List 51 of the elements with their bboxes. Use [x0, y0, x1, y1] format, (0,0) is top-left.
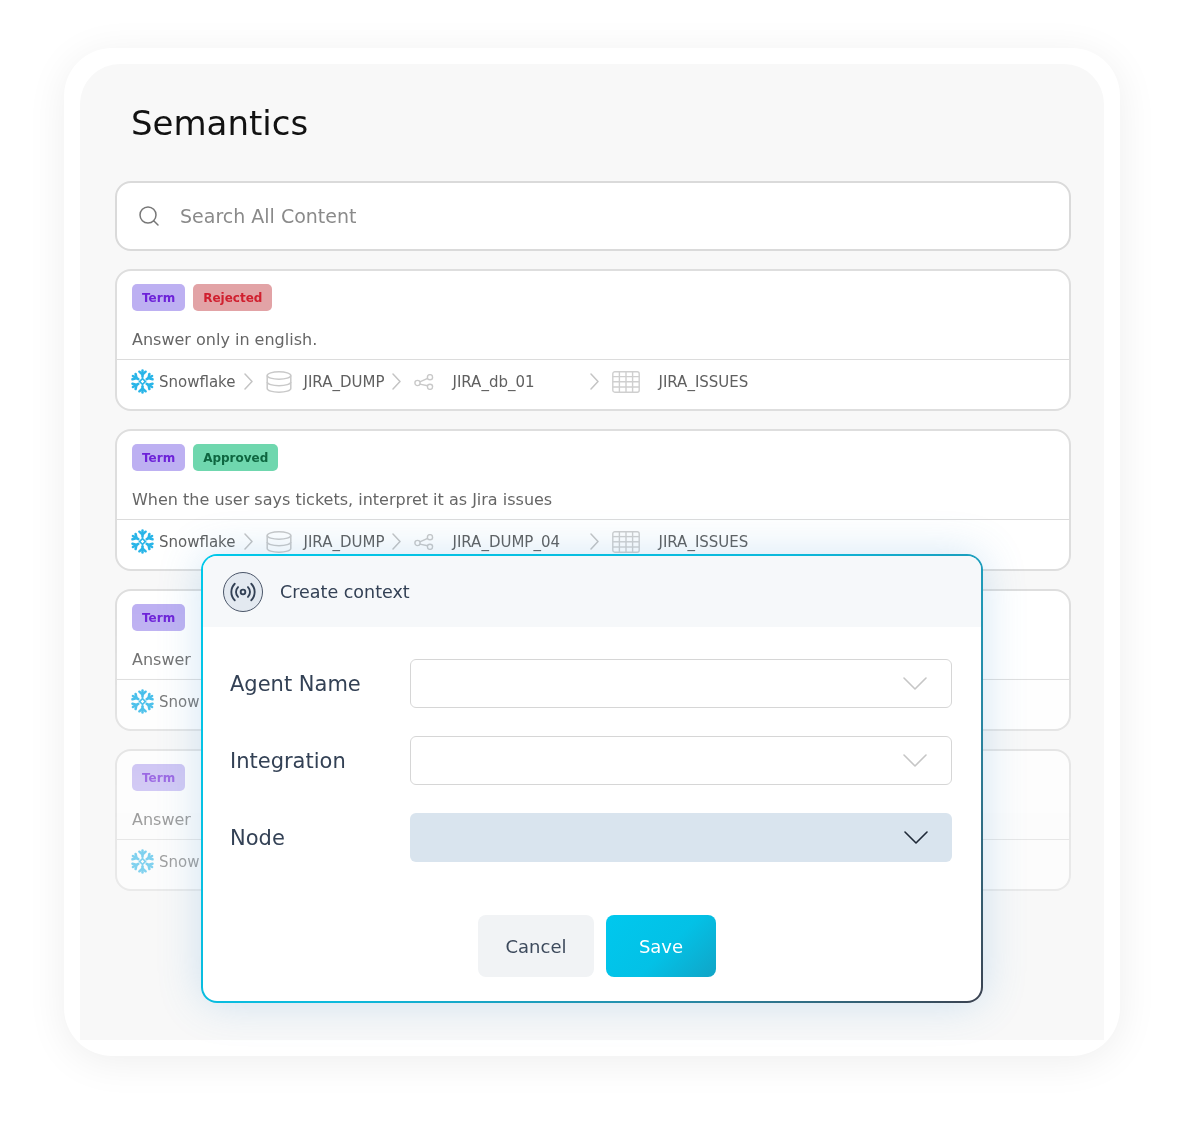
dialog-title: Create context — [280, 581, 410, 602]
rule-text: Answer only in english. — [132, 329, 318, 351]
chevron-down-icon — [903, 754, 927, 767]
breadcrumb-label: JIRA_DUMP — [303, 372, 385, 391]
status-tag: Rejected — [193, 284, 273, 311]
snowflake-icon — [130, 849, 155, 874]
chevron-right-icon — [243, 533, 253, 550]
search-icon — [137, 204, 161, 228]
dropdown-field[interactable] — [410, 736, 952, 785]
field-label: Agent Name — [230, 671, 361, 696]
breadcrumb-label: JIRA_DUMP_04 — [452, 532, 560, 551]
chevron-right-icon — [243, 373, 253, 390]
rule-text: Answer — [132, 809, 191, 831]
category-tag: Term — [132, 604, 186, 631]
breadcrumb-label: JIRA_ISSUES — [658, 372, 749, 391]
share-nodes-icon — [414, 373, 435, 390]
table-icon — [612, 530, 641, 553]
category-tag: Term — [132, 444, 186, 471]
category-tag: Term — [132, 284, 186, 311]
category-tag: Term — [132, 764, 186, 791]
breadcrumb-label: JIRA_db_01 — [452, 372, 535, 391]
breadcrumb-label: JIRA_ISSUES — [658, 532, 749, 551]
snowflake-icon — [130, 529, 155, 554]
chevron-right-icon — [392, 373, 402, 390]
broadcast-icon — [223, 571, 263, 612]
chevron-down-icon — [904, 831, 928, 844]
breadcrumb-label: Snow — [159, 692, 200, 711]
table-icon — [612, 370, 641, 393]
field-label: Integration — [230, 748, 346, 773]
page-title: Semantics — [131, 103, 309, 143]
chevron-right-icon — [392, 533, 402, 550]
search-field[interactable]: Search All Content — [115, 181, 1071, 251]
breadcrumb-label: Snow — [159, 852, 200, 871]
snowflake-icon — [130, 689, 155, 714]
breadcrumb-label: Snowflake — [159, 532, 236, 551]
chevron-right-icon — [590, 533, 600, 550]
breadcrumb-label: Snowflake — [159, 372, 236, 391]
dropdown-field[interactable] — [410, 659, 952, 708]
chevron-right-icon — [590, 373, 600, 390]
database-icon — [265, 530, 292, 553]
chevron-down-icon — [903, 677, 927, 690]
status-tag: Approved — [193, 444, 279, 471]
rule-text: Answer — [132, 649, 191, 671]
dropdown-field[interactable] — [410, 813, 952, 862]
snowflake-icon — [130, 369, 155, 394]
share-nodes-icon — [414, 533, 435, 550]
rule-text: When the user says tickets, interpret it as Jira issues — [132, 489, 553, 511]
cancel-button[interactable]: Cancel — [478, 915, 594, 977]
field-label: Node — [230, 825, 285, 850]
breadcrumb-label: JIRA_DUMP — [303, 532, 385, 551]
database-icon — [265, 370, 292, 393]
